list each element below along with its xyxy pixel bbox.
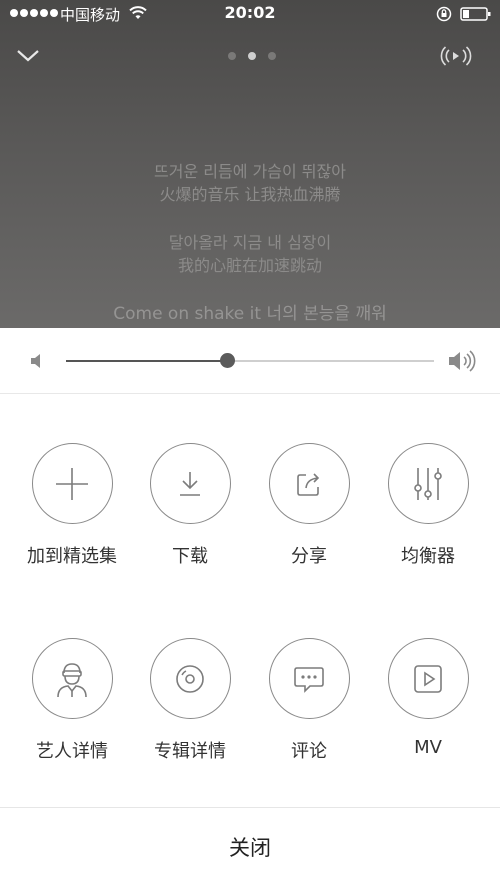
album-icon bbox=[176, 664, 204, 693]
mv-button[interactable]: MV bbox=[373, 638, 483, 758]
volume-slider-fill bbox=[66, 360, 228, 362]
volume-high-icon bbox=[449, 350, 476, 372]
album-details-button[interactable]: 专辑详情 bbox=[135, 638, 245, 763]
action-label: MV bbox=[414, 737, 442, 758]
volume-low-icon bbox=[31, 354, 40, 368]
page-dot bbox=[268, 52, 276, 60]
download-circle bbox=[149, 443, 231, 524]
artist-details-circle bbox=[31, 638, 113, 719]
lyric-line-kr: 뜨거운 리듬에 가슴이 뛰잖아 bbox=[154, 162, 346, 181]
artist-icon bbox=[57, 662, 87, 697]
lyric-line-cn: 我的心脏在加速跳动 bbox=[177, 256, 322, 275]
action-sheet: 加到精选集 下载 分享 均衡器 艺人详情 专辑详情 评论 MV 关闭 bbox=[0, 328, 500, 889]
page-indicator bbox=[228, 52, 276, 60]
status-bar: 中国移动 20:02 bbox=[0, 0, 500, 28]
action-label: 加到精选集 bbox=[27, 546, 117, 567]
collapse-chevron-icon[interactable] bbox=[12, 40, 44, 72]
download-button[interactable]: 下载 bbox=[135, 443, 245, 568]
action-label: 艺人详情 bbox=[36, 741, 108, 762]
battery-icon bbox=[460, 7, 491, 21]
comment-icon bbox=[294, 666, 324, 693]
rotation-lock-icon bbox=[436, 6, 452, 22]
action-label: 均衡器 bbox=[401, 546, 455, 567]
equalizer-icon bbox=[414, 467, 442, 500]
action-label: 分享 bbox=[291, 546, 327, 567]
artist-details-button[interactable]: 艺人详情 bbox=[17, 638, 127, 763]
comment-button[interactable]: 评论 bbox=[254, 638, 364, 763]
mv-circle bbox=[387, 638, 469, 719]
comment-circle bbox=[268, 638, 350, 719]
action-label: 评论 bbox=[291, 741, 327, 762]
lyrics-panel: 뜨거운 리듬에 가슴이 뛰잖아 火爆的音乐 让我热血沸腾 달아올라 지금 내 심… bbox=[0, 160, 500, 326]
share-icon bbox=[297, 472, 320, 496]
lyric-line-next: Come on shake it 너의 본능을 깨워 bbox=[113, 304, 387, 324]
page-dot-active bbox=[248, 52, 256, 60]
action-label: 下载 bbox=[172, 546, 208, 567]
share-button[interactable]: 分享 bbox=[254, 443, 364, 568]
volume-slider[interactable] bbox=[66, 353, 434, 368]
add-to-collection-button[interactable]: 加到精选集 bbox=[17, 443, 127, 568]
page-dot bbox=[228, 52, 236, 60]
plus-icon bbox=[56, 467, 88, 500]
equalizer-circle bbox=[387, 443, 469, 524]
equalizer-button[interactable]: 均衡器 bbox=[373, 443, 483, 568]
volume-control bbox=[0, 328, 500, 394]
add-to-collection-circle bbox=[31, 443, 113, 524]
action-label: 专辑详情 bbox=[154, 741, 226, 762]
album-details-circle bbox=[149, 638, 231, 719]
mv-icon bbox=[414, 664, 442, 693]
share-circle bbox=[268, 443, 350, 524]
status-time: 20:02 bbox=[224, 3, 276, 22]
close-label: 关闭 bbox=[229, 836, 271, 860]
lyric-line-cn: 火爆的音乐 让我热血沸腾 bbox=[159, 185, 341, 204]
audio-output-icon[interactable] bbox=[440, 42, 472, 70]
player-background: 中国移动 20:02 뜨거운 리듬에 가슴이 뛰잖아 火爆的音乐 让我热血沸腾 … bbox=[0, 0, 500, 328]
download-icon bbox=[180, 471, 200, 496]
lyric-line-kr: 달아올라 지금 내 심장이 bbox=[168, 233, 332, 252]
volume-slider-thumb[interactable] bbox=[220, 353, 236, 368]
close-button[interactable]: 关闭 bbox=[0, 807, 500, 889]
